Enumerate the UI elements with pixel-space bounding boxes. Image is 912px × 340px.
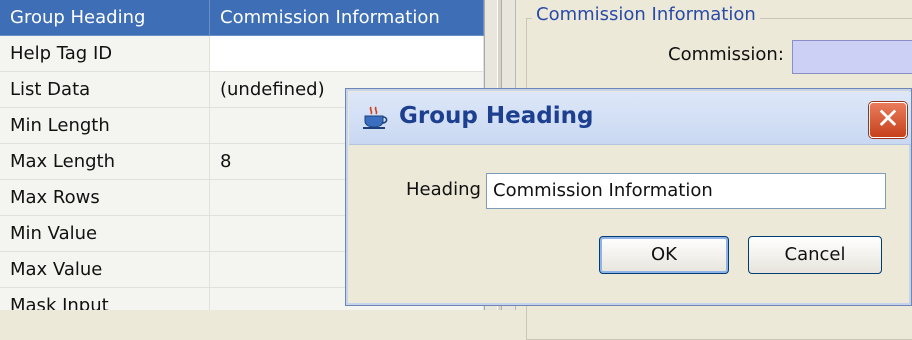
group-heading-dialog: Group Heading ✕ Heading Commission Infor…: [345, 88, 912, 306]
property-name: Max Value: [0, 252, 210, 288]
property-row-help-tag-id[interactable]: Help Tag ID: [0, 36, 484, 72]
close-button[interactable]: ✕: [869, 102, 907, 138]
property-name: Help Tag ID: [0, 36, 210, 72]
group-box-title: Commission Information: [532, 4, 760, 25]
close-icon[interactable]: ✕: [876, 102, 899, 135]
dialog-title: Group Heading: [399, 103, 594, 129]
property-row-group-heading[interactable]: Group Heading Commission Information: [0, 0, 484, 36]
property-name: Min Length: [0, 108, 210, 144]
commission-field[interactable]: [792, 40, 912, 74]
commission-label: Commission:: [668, 44, 784, 65]
heading-label: Heading: [406, 179, 481, 200]
ok-button[interactable]: OK: [599, 236, 729, 274]
property-name: Group Heading: [0, 0, 210, 36]
java-cup-icon: [363, 106, 388, 129]
property-name: Max Rows: [0, 180, 210, 216]
property-name: List Data: [0, 72, 210, 108]
cancel-button[interactable]: Cancel: [748, 236, 882, 274]
property-value[interactable]: [210, 36, 484, 72]
property-name: Max Length: [0, 144, 210, 180]
property-name: Min Value: [0, 216, 210, 252]
property-value[interactable]: Commission Information: [210, 0, 484, 36]
heading-input[interactable]: Commission Information: [486, 173, 886, 209]
dialog-titlebar[interactable]: Group Heading ✕: [349, 92, 911, 145]
property-name: Mask Input: [0, 288, 210, 310]
